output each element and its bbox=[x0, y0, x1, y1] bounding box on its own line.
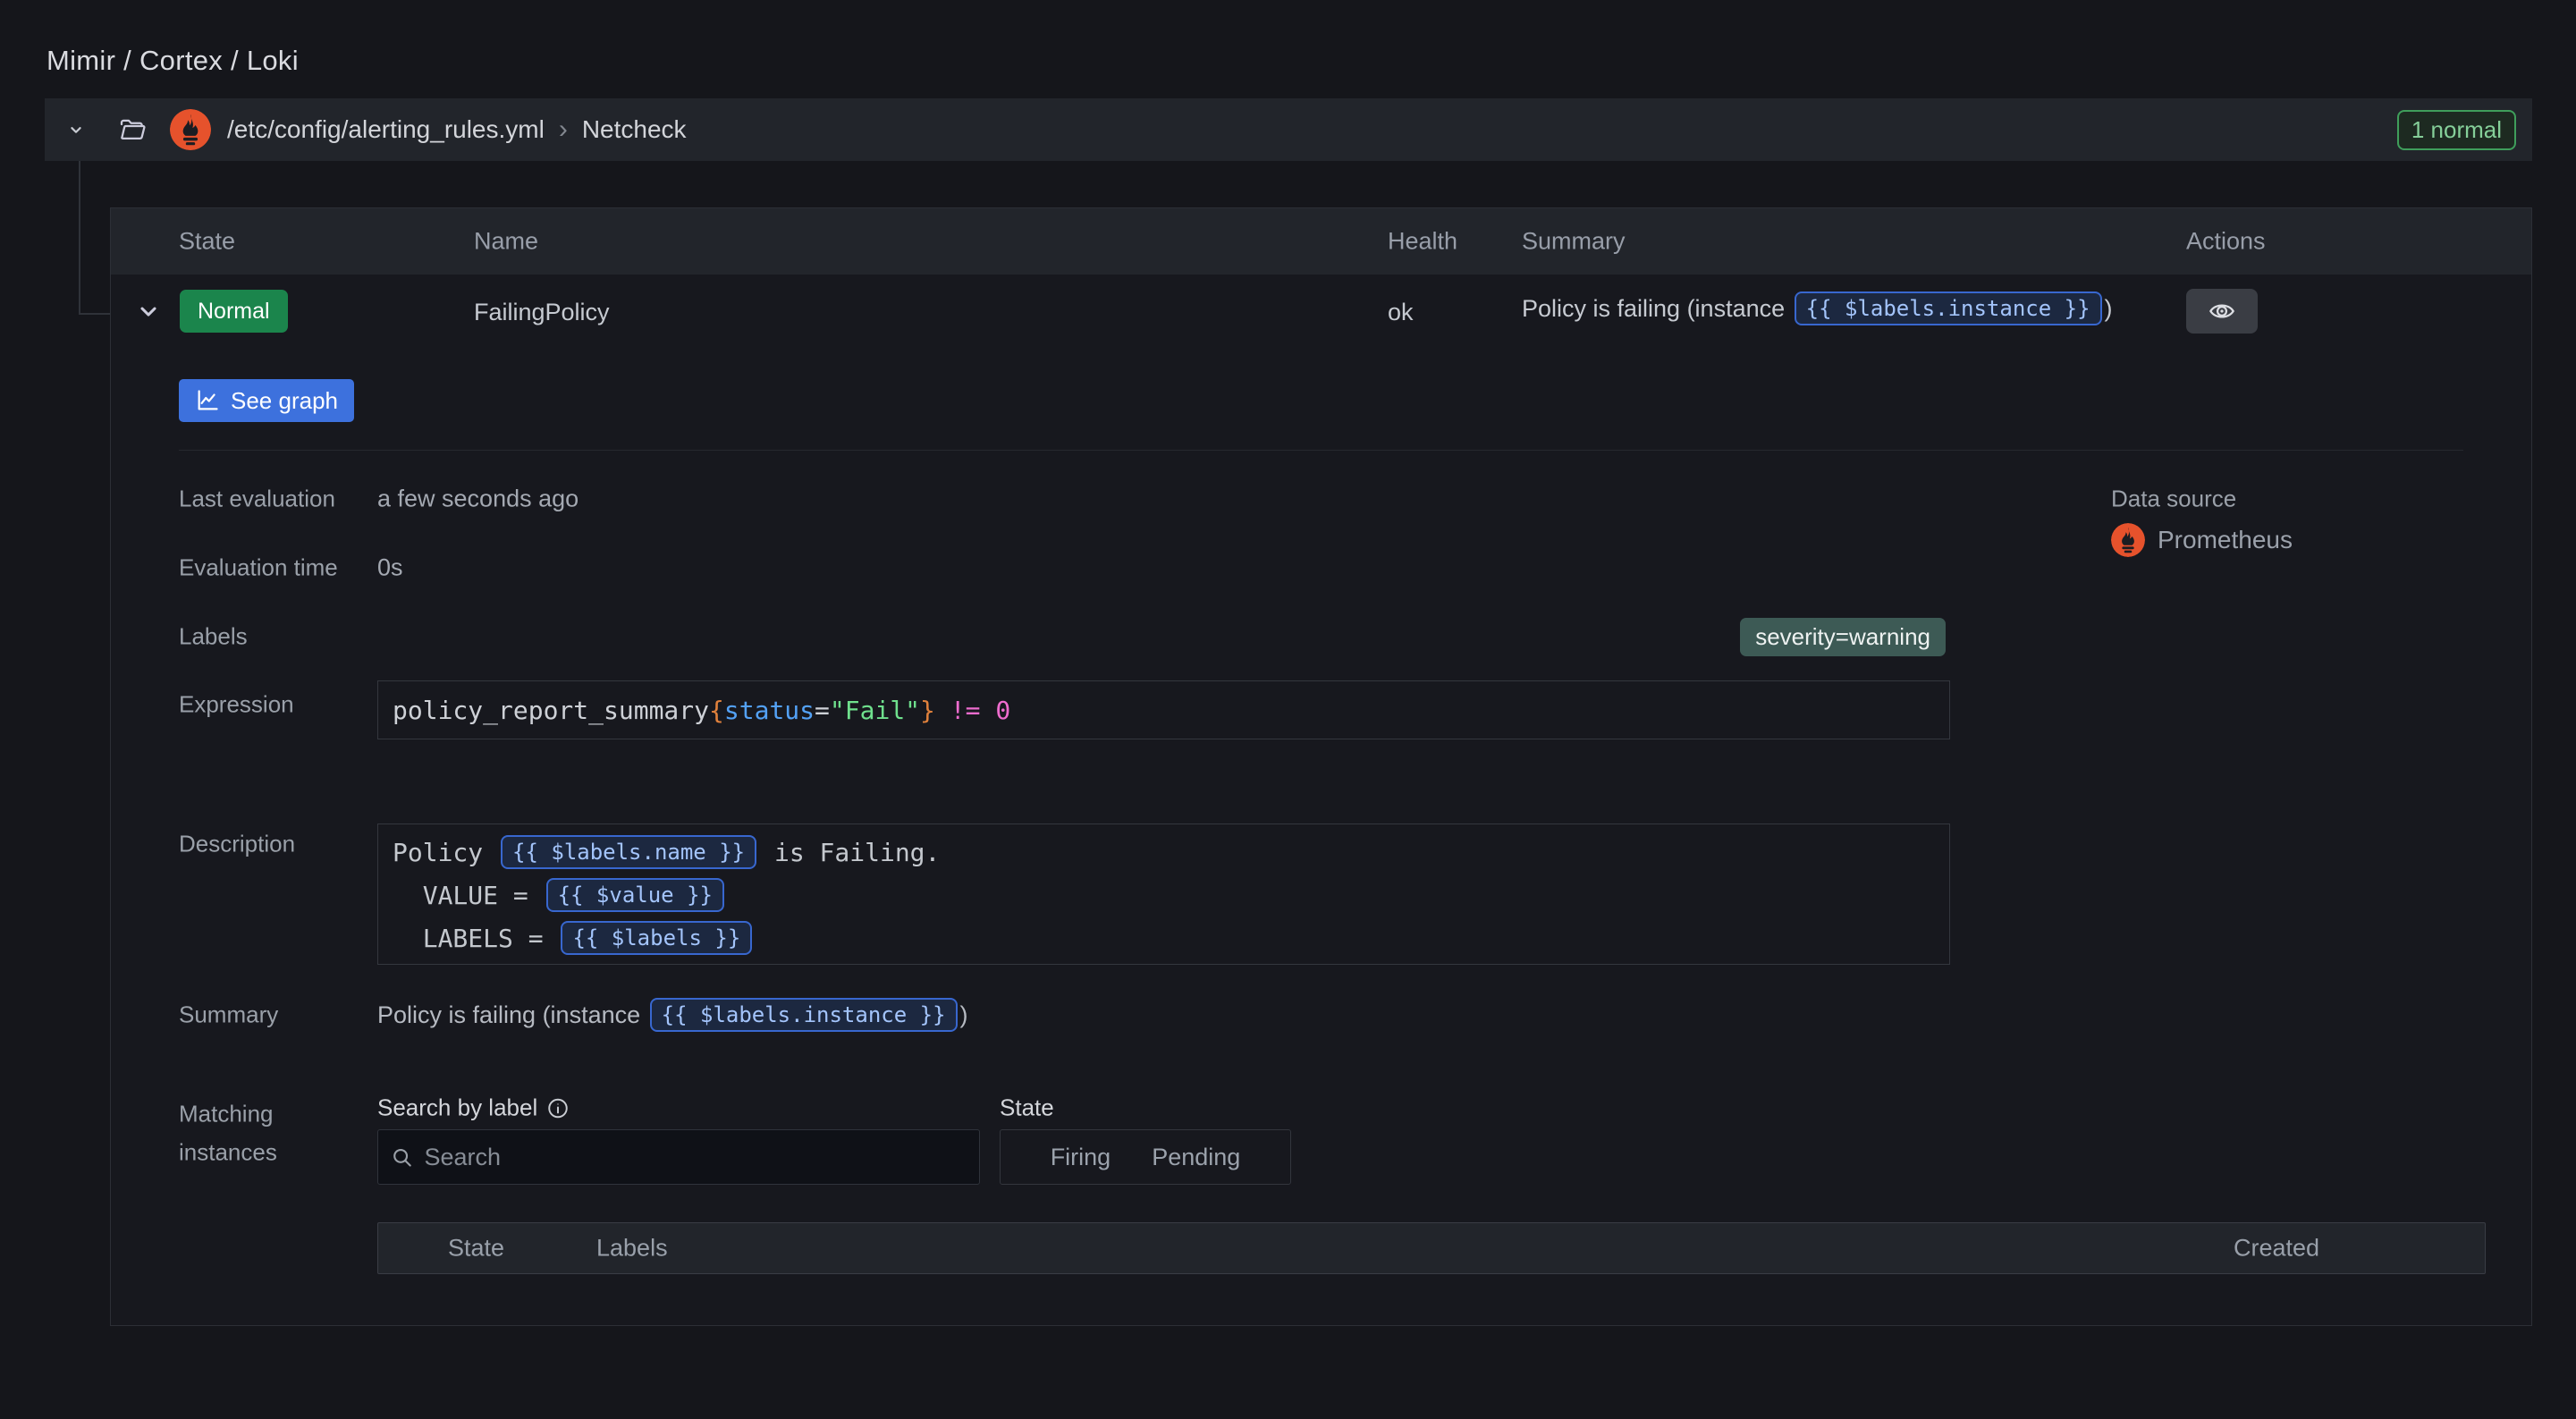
summary-value: Policy is failing (instance {{ $labels.i… bbox=[377, 998, 968, 1032]
template-pill: {{ $labels }} bbox=[561, 921, 752, 955]
text-segment: VALUE = bbox=[393, 881, 544, 910]
search-input-wrap bbox=[377, 1129, 980, 1185]
description-label: Description bbox=[179, 831, 295, 858]
text-segment: Policy is failing (instance bbox=[377, 1001, 647, 1029]
state-filter-heading: State bbox=[1000, 1094, 1054, 1122]
instances-table-header: State Labels Created bbox=[377, 1222, 2486, 1274]
rule-details-card: State Name Health Summary Actions Normal… bbox=[110, 207, 2532, 1326]
firing-filter-button[interactable]: Firing bbox=[1051, 1144, 1111, 1171]
code-token: { bbox=[709, 696, 724, 725]
pending-filter-button[interactable]: Pending bbox=[1152, 1144, 1240, 1171]
see-graph-button[interactable]: See graph bbox=[179, 379, 354, 422]
datasource-row: Prometheus bbox=[2111, 523, 2293, 557]
template-pill: {{ $labels.name }} bbox=[501, 835, 756, 869]
evaluation-time-label: Evaluation time bbox=[179, 554, 338, 582]
prometheus-icon bbox=[2111, 523, 2145, 557]
datasource-name: Prometheus bbox=[2158, 526, 2293, 554]
rule-group-bar[interactable]: /etc/config/alerting_rules.yml › Netchec… bbox=[45, 98, 2532, 161]
text-segment: Policy is failing (instance bbox=[1522, 295, 1792, 323]
search-by-label-heading: Search by label bbox=[377, 1094, 570, 1122]
last-evaluation-value: a few seconds ago bbox=[377, 486, 579, 513]
rules-table-header: State Name Health Summary Actions bbox=[111, 208, 2531, 275]
rule-health: ok bbox=[1388, 299, 1414, 326]
text-segment: LABELS = bbox=[393, 924, 558, 953]
description-box: Policy {{ $labels.name }} is Failing. VA… bbox=[377, 824, 1950, 965]
state-filter-group: Firing Pending bbox=[1000, 1129, 1291, 1185]
column-header-health: Health bbox=[1388, 228, 1457, 256]
code-token: status bbox=[724, 696, 815, 725]
template-pill: {{ $labels.instance }} bbox=[1795, 291, 2102, 325]
code-token: = bbox=[815, 696, 830, 725]
evaluation-time-value: 0s bbox=[377, 554, 403, 582]
page-title: Mimir / Cortex / Loki bbox=[46, 45, 299, 77]
code-token bbox=[935, 696, 950, 725]
status-count-badge: 1 normal bbox=[2397, 110, 2516, 150]
info-icon[interactable] bbox=[546, 1096, 570, 1119]
tree-connector-vertical bbox=[79, 161, 80, 315]
matching-instances-label-line2: instances bbox=[179, 1139, 277, 1167]
text-segment: Policy bbox=[393, 838, 498, 867]
instances-column-created: Created bbox=[2234, 1235, 2319, 1263]
column-header-summary: Summary bbox=[1522, 228, 1626, 256]
description-line: VALUE = {{ $value }} bbox=[393, 874, 1949, 916]
column-header-name: Name bbox=[474, 228, 538, 256]
template-pill: {{ $value }} bbox=[546, 878, 724, 912]
severity-label-badge: severity=warning bbox=[1740, 618, 1946, 656]
chart-line-icon bbox=[195, 388, 220, 413]
search-input[interactable] bbox=[424, 1144, 967, 1171]
instances-column-state: State bbox=[448, 1235, 504, 1263]
code-token: } bbox=[920, 696, 935, 725]
rule-state-badge: Normal bbox=[180, 290, 288, 333]
row-expand-chevron-icon[interactable] bbox=[136, 299, 161, 324]
last-evaluation-label: Last evaluation bbox=[179, 486, 335, 513]
code-token: != bbox=[950, 696, 981, 725]
prometheus-icon bbox=[170, 109, 211, 150]
expression-label: Expression bbox=[179, 691, 294, 719]
datasource-label: Data source bbox=[2111, 486, 2236, 513]
eye-icon bbox=[2208, 297, 2236, 325]
rule-group-name: Netcheck bbox=[582, 115, 687, 144]
text-segment: ) bbox=[960, 1001, 968, 1029]
summary-label: Summary bbox=[179, 1001, 278, 1029]
expression-box[interactable]: policy_report_summary{status="Fail"} != … bbox=[377, 680, 1950, 739]
search-icon bbox=[391, 1145, 413, 1170]
labels-label: Labels bbox=[179, 623, 248, 651]
see-graph-label: See graph bbox=[231, 387, 338, 415]
alert-rules-page: Mimir / Cortex / Loki /etc/config/alerti… bbox=[0, 0, 2576, 1419]
description-line: Policy {{ $labels.name }} is Failing. bbox=[393, 831, 1949, 874]
column-header-state: State bbox=[179, 228, 235, 256]
description-line: LABELS = {{ $labels }} bbox=[393, 916, 1949, 959]
rule-name: FailingPolicy bbox=[474, 299, 610, 326]
template-pill: {{ $labels.instance }} bbox=[650, 998, 958, 1032]
text-segment: is Failing. bbox=[759, 838, 940, 867]
column-header-actions: Actions bbox=[2186, 228, 2266, 256]
breadcrumb-separator: › bbox=[559, 114, 568, 145]
view-rule-button[interactable] bbox=[2186, 289, 2258, 334]
expression-code: policy_report_summary{status="Fail"} != … bbox=[393, 696, 1010, 725]
code-token: 0 bbox=[995, 696, 1010, 725]
matching-instances-label-line1: Matching bbox=[179, 1101, 274, 1128]
code-token: policy_report_summary bbox=[393, 696, 709, 725]
section-divider bbox=[179, 450, 2463, 451]
rule-summary-cell: Policy is failing (instance {{ $labels.i… bbox=[1522, 291, 2113, 325]
tree-connector-horizontal bbox=[79, 313, 111, 315]
text-segment: ) bbox=[2105, 295, 2113, 323]
code-token bbox=[980, 696, 995, 725]
folder-icon bbox=[118, 115, 147, 144]
collapse-chevron-icon[interactable] bbox=[66, 120, 86, 139]
rule-file-path: /etc/config/alerting_rules.yml bbox=[227, 115, 545, 144]
search-by-label-text: Search by label bbox=[377, 1094, 537, 1122]
code-token: "Fail" bbox=[830, 696, 920, 725]
instances-column-labels: Labels bbox=[596, 1235, 668, 1263]
